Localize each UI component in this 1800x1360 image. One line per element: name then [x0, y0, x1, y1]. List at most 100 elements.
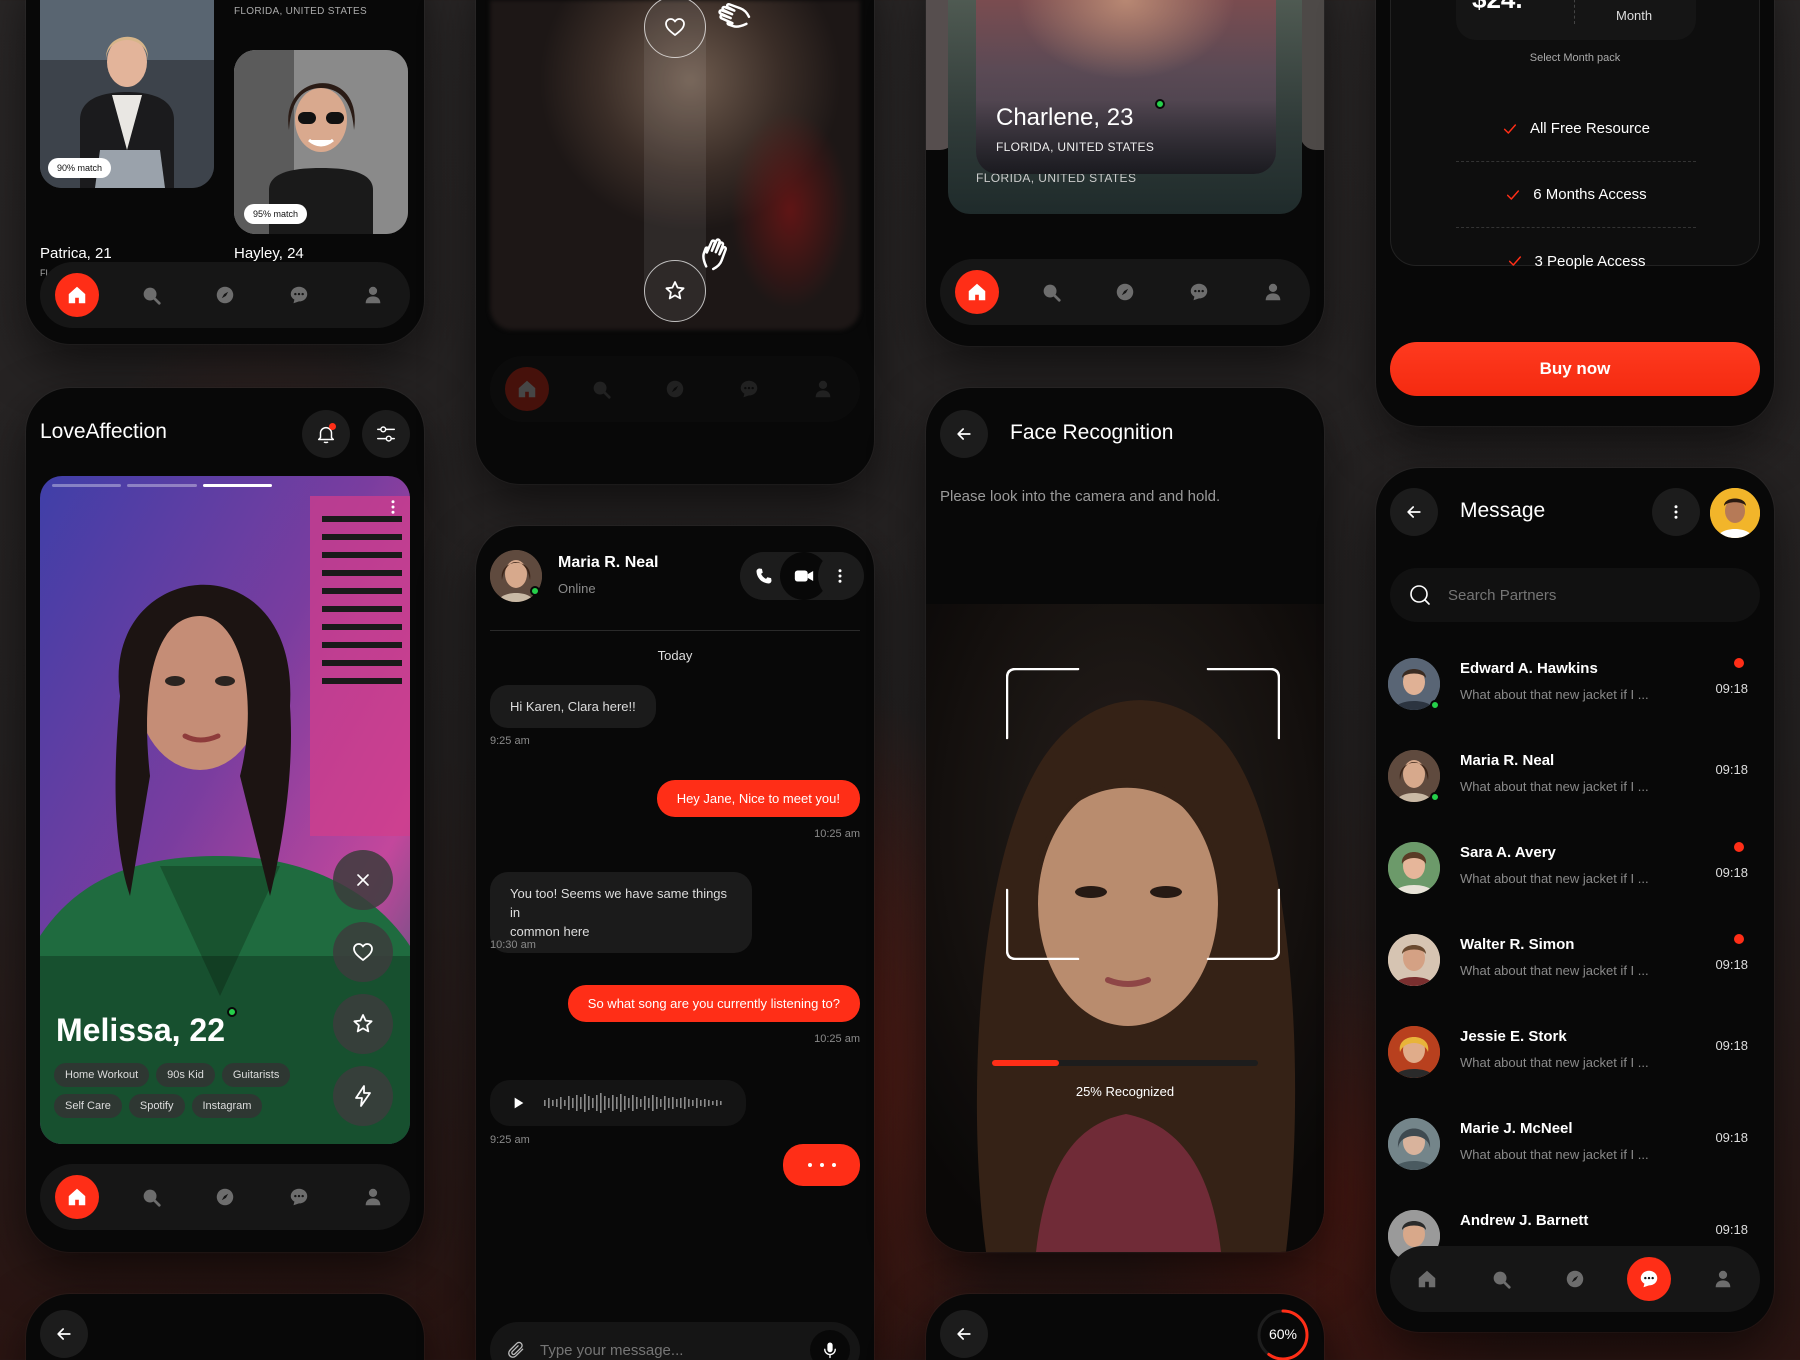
message-preview: What about that new jacket if I ... [1460, 963, 1649, 978]
back-arrow-icon [954, 1324, 974, 1344]
filter-button[interactable] [362, 410, 410, 458]
conversation-row[interactable]: Walter R. Simon What about that new jack… [1388, 934, 1760, 1026]
message-input[interactable] [540, 1334, 790, 1360]
nav-profile[interactable] [1251, 270, 1295, 314]
interest-tag[interactable]: Instagram [191, 1094, 263, 1118]
conversation-row[interactable]: Edward A. Hawkins What about that new ja… [1388, 658, 1760, 750]
boost-button[interactable] [333, 1066, 393, 1126]
price-period: Month [1616, 8, 1653, 23]
video-icon [793, 565, 815, 587]
message-time: 09:18 [1715, 957, 1748, 972]
home-icon [966, 281, 988, 303]
back-button[interactable] [1390, 488, 1438, 536]
back-button[interactable] [40, 1310, 88, 1358]
avatar-illustration [1388, 1118, 1440, 1170]
bolt-icon [351, 1084, 375, 1108]
screen-swipe-tutorial [476, 0, 874, 484]
contact-avatar [1388, 934, 1440, 986]
conversation-row[interactable]: Sara A. Avery What about that new jacket… [1388, 842, 1760, 934]
interest-tag[interactable]: 90s Kid [156, 1063, 215, 1087]
day-label: Today [657, 648, 693, 663]
nav-search[interactable] [579, 367, 623, 411]
contact-name: Edward A. Hawkins [1460, 660, 1598, 677]
price-cents: 99 [1523, 0, 1535, 1]
back-button[interactable] [940, 410, 988, 458]
voice-message[interactable] [490, 1080, 746, 1126]
contact-name: Maria R. Neal [1460, 752, 1555, 769]
contact-avatar [1388, 842, 1440, 894]
interest-tag[interactable]: Guitarists [221, 1063, 291, 1087]
match-badge: 90% match [48, 158, 112, 178]
chat-more-button[interactable] [818, 552, 862, 600]
more-button[interactable] [1652, 488, 1700, 536]
like-button[interactable] [333, 922, 393, 982]
profile-name: Melissa, 22 [56, 1012, 225, 1048]
nav-profile[interactable] [801, 367, 845, 411]
nav-explore[interactable] [203, 273, 247, 317]
profile-card-photo[interactable]: 95% match [234, 50, 408, 234]
nav-chat[interactable] [1627, 1257, 1671, 1301]
search-icon [1040, 281, 1062, 303]
user-icon [812, 378, 834, 400]
notification-button[interactable] [302, 410, 350, 458]
nav-search[interactable] [129, 273, 173, 317]
match-badge: 95% match [244, 204, 308, 224]
dislike-button[interactable] [333, 850, 393, 910]
user-avatar[interactable] [1710, 488, 1760, 538]
back-button[interactable] [940, 1310, 988, 1358]
nav-search[interactable] [1029, 270, 1073, 314]
buy-now-button[interactable]: Buy now [1390, 342, 1760, 396]
nav-profile[interactable] [351, 1175, 395, 1219]
nav-home[interactable] [55, 273, 99, 317]
nav-search[interactable] [1479, 1257, 1523, 1301]
message-line: common here [510, 924, 590, 939]
waveform [544, 1093, 722, 1113]
interest-tag[interactable]: Self Care [54, 1094, 122, 1118]
screen-chat: Maria R. Neal Online Today Hi Karen, Cla… [476, 526, 874, 1360]
search-icon [1490, 1268, 1512, 1290]
contact-avatar [1388, 1118, 1440, 1170]
back-arrow-icon [1404, 502, 1424, 522]
nav-chat[interactable] [1177, 270, 1221, 314]
nav-explore[interactable] [1103, 270, 1147, 314]
profile-card-photo[interactable]: 90% match [40, 0, 214, 188]
nav-home[interactable] [55, 1175, 99, 1219]
nav-home[interactable] [955, 270, 999, 314]
voice-record-button[interactable] [810, 1330, 850, 1360]
chat-icon [288, 1186, 310, 1208]
search-input[interactable] [1448, 582, 1738, 608]
nav-home[interactable] [1405, 1257, 1449, 1301]
play-icon[interactable] [510, 1095, 526, 1111]
conversation-row[interactable]: Jessie E. Stork What about that new jack… [1388, 1026, 1760, 1118]
search-bar[interactable] [1390, 568, 1760, 622]
nav-explore[interactable] [653, 367, 697, 411]
nav-chat[interactable] [277, 273, 321, 317]
superlike-button[interactable] [333, 994, 393, 1054]
message-time: 9:25 am [490, 735, 530, 747]
avatar-illustration [1710, 488, 1760, 538]
interest-tag[interactable]: Home Workout [54, 1063, 150, 1087]
conversation-row[interactable]: Maria R. Neal What about that new jacket… [1388, 750, 1760, 842]
more-icon[interactable] [384, 498, 402, 516]
contact-name: Sara A. Avery [1460, 844, 1556, 861]
nav-profile[interactable] [351, 273, 395, 317]
interest-tag[interactable]: Spotify [128, 1094, 185, 1118]
star-icon [351, 1012, 375, 1036]
feature-label: 3 People Access [1534, 252, 1646, 270]
nav-chat[interactable] [277, 1175, 321, 1219]
typing-indicator [783, 1144, 860, 1186]
search-icon [590, 378, 612, 400]
conversation-row[interactable]: Marie J. McNeel What about that new jack… [1388, 1118, 1760, 1210]
screen-face-recognition: Face Recognition Please look into the ca… [926, 388, 1324, 1252]
screen-profile-swipe: LoveAffection Melissa, 22 Home Workout 9… [26, 388, 424, 1252]
nav-search[interactable] [129, 1175, 173, 1219]
nav-chat[interactable] [727, 367, 771, 411]
nav-profile[interactable] [1701, 1257, 1745, 1301]
user-icon [362, 1186, 384, 1208]
contact-name: Jessie E. Stork [1460, 1028, 1567, 1045]
nav-explore[interactable] [203, 1175, 247, 1219]
nav-home[interactable] [505, 367, 549, 411]
attachment-icon[interactable] [506, 1340, 526, 1360]
online-indicator [1155, 99, 1165, 109]
nav-explore[interactable] [1553, 1257, 1597, 1301]
